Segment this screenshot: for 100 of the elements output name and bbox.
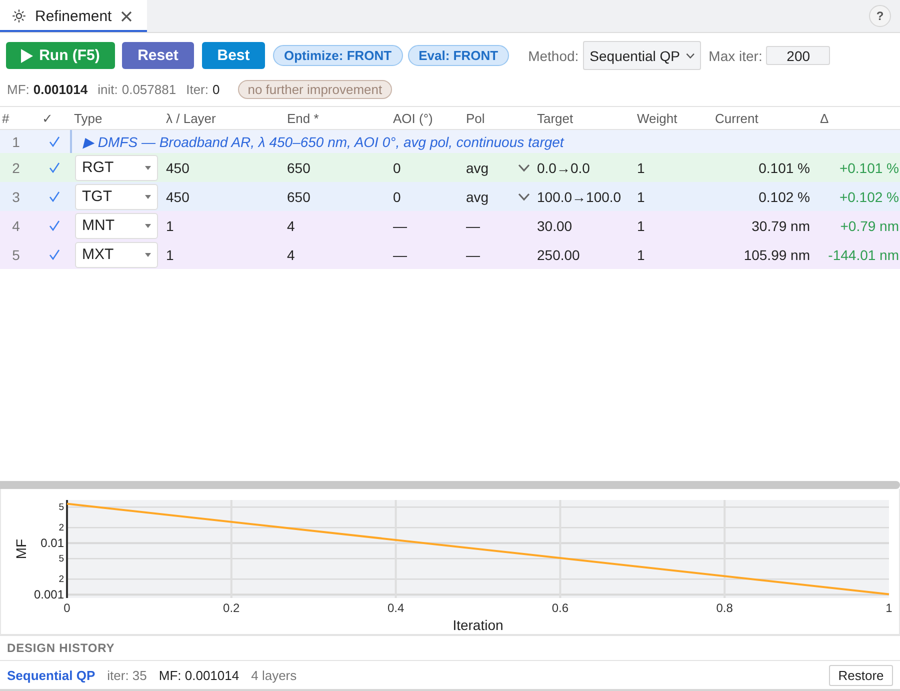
table-cell-text: 30.00 (536, 218, 572, 234)
type-select[interactable]: MNT (75, 212, 158, 238)
table-cell: +0.79 nm (840, 218, 900, 234)
table-cell-text: 450 (165, 188, 190, 204)
check-icon[interactable] (48, 249, 60, 260)
table-cell-text: 0.102 % (758, 188, 811, 204)
table-cell-text: 0.101 % (758, 160, 811, 176)
status-badge: no further improvement (238, 80, 392, 98)
history-layers: 4 layers (251, 668, 297, 682)
pol-select[interactable]: avg (466, 188, 530, 204)
table-cell-text: 450 (165, 160, 190, 176)
table-row[interactable]: 4 MNT 1 4 — — 30.00 1 30.79 nm +0.79 nm (0, 211, 900, 240)
row-number: 1 (11, 134, 20, 150)
table-row[interactable]: 3 TGT 450 650 0 avg 100.0→100.0 1 0.102 % +0.102 % (0, 182, 900, 211)
method-select[interactable]: Sequential QP (582, 41, 701, 70)
y-tick-label: 5 (58, 554, 64, 565)
help-button[interactable]: ? (869, 5, 891, 27)
column-header: Type (73, 110, 104, 126)
stat-label: Iter: (186, 82, 208, 96)
chevron-down-icon (518, 192, 530, 200)
table-cell-text: 1 (636, 188, 645, 204)
check-icon[interactable] (48, 191, 60, 202)
table-cell-text: 30.79 nm (752, 218, 811, 234)
row-number: 5 (11, 246, 20, 262)
x-tick-label: 0.8 (716, 601, 733, 615)
table-cell-text: 105.99 nm (744, 246, 811, 262)
x-tick-label: 0.4 (387, 601, 404, 615)
column-header: AOI (°) (392, 110, 434, 126)
play-icon (21, 48, 34, 62)
caret-down-icon (145, 166, 151, 170)
caret-down-icon (145, 194, 151, 198)
chevron-down-icon (686, 52, 695, 60)
check-icon[interactable] (48, 162, 60, 173)
method-link[interactable]: Sequential QP (7, 668, 96, 682)
x-axis-title: Iteration (452, 617, 504, 633)
type-select[interactable]: MXT (75, 242, 158, 268)
table-cell-text: — (392, 218, 407, 234)
table-cell-text: 250.00 (536, 246, 580, 262)
y-tick-label: 0.01 (40, 536, 64, 550)
column-header: Weight (636, 110, 678, 126)
table-row[interactable]: 5 MXT 1 4 — — 250.00 1 105.99 nm -144.01 nm (0, 240, 900, 269)
check-icon[interactable] (48, 220, 60, 231)
stat-value: 0 (212, 82, 220, 96)
row-number: 3 (11, 188, 20, 204)
history-iter: iter: 35 (107, 668, 147, 682)
table-cell-text: 100.0→100.0 (536, 188, 622, 204)
group-row[interactable]: 1 ▶ DMFS — Broadband AR, λ 450–650 nm, AOI 0°, avg pol, continuous target (0, 130, 900, 153)
table-cell-text: 1 (165, 246, 174, 262)
table-cell-text: — (392, 246, 407, 262)
action-button[interactable]: Reset (122, 42, 194, 69)
caret-down-icon (145, 252, 151, 256)
close-icon[interactable] (120, 10, 132, 22)
stat-label: MF: (7, 82, 30, 96)
type-select[interactable]: TGT (75, 184, 158, 210)
history-mf: MF: 0.001014 (158, 668, 240, 682)
table-cell-text: 4 (286, 218, 295, 234)
table-cell-text: 4 (286, 246, 295, 262)
resize-handle[interactable] (0, 481, 900, 489)
group-title: ▶ DMFS — Broadband AR, λ 450–650 nm, AOI 0°, avg pol, continuous target (83, 134, 564, 150)
stat-value: 0.001014 (33, 82, 88, 96)
column-header: # (1, 110, 10, 126)
y-tick-label: 2 (58, 522, 64, 534)
column-header: Current (714, 110, 760, 126)
stat-value: 0.057881 (122, 82, 176, 96)
tab[interactable]: Refinement (0, 0, 147, 32)
restore-button[interactable]: Restore (829, 664, 893, 686)
type-select[interactable]: RGT (75, 154, 158, 180)
table-cell-text: 1 (636, 160, 645, 176)
y-tick-label: 0.001 (34, 588, 64, 602)
x-tick-label: 0 (64, 601, 70, 615)
x-tick-label: 0.2 (223, 601, 240, 615)
table-cell-text: 0 (392, 188, 401, 204)
y-axis-title: MF (13, 538, 29, 560)
x-tick-label: 0.6 (552, 601, 569, 615)
mode-pill[interactable]: Optimize: FRONT (273, 45, 403, 66)
y-tick-label: 2 (58, 574, 64, 586)
table-cell-text: 650 (286, 160, 310, 176)
table-cell: -144.01 nm (828, 246, 900, 262)
table-cell-text: 0.0→0.0 (536, 160, 590, 176)
table-cell-text: 1 (636, 246, 645, 262)
row-number: 2 (11, 160, 20, 176)
table-cell-text: 650 (286, 188, 310, 204)
column-header: λ / Layer (165, 110, 217, 126)
table-cell-text: — (465, 218, 480, 234)
check-icon[interactable] (48, 136, 60, 147)
mode-pill[interactable]: Eval: FRONT (408, 45, 510, 66)
table-row[interactable]: 2 RGT 450 650 0 avg 0.0→0.0 1 0.101 % +0.101 % (0, 153, 900, 182)
column-header: Pol (465, 110, 486, 126)
max-iter-field[interactable]: 200 (766, 46, 830, 65)
sun-icon (12, 9, 26, 23)
x-tick-label: 1 (886, 601, 892, 615)
column-header: ✓ (41, 110, 54, 126)
y-tick-label: 5 (58, 502, 64, 514)
caret-down-icon (145, 224, 151, 228)
row-number: 4 (11, 218, 20, 234)
pol-select[interactable]: avg (466, 160, 530, 176)
action-button[interactable]: Best (202, 42, 265, 69)
chevron-down-icon (518, 164, 530, 172)
stat-label: init: (98, 82, 118, 96)
column-header: Target (536, 110, 574, 126)
